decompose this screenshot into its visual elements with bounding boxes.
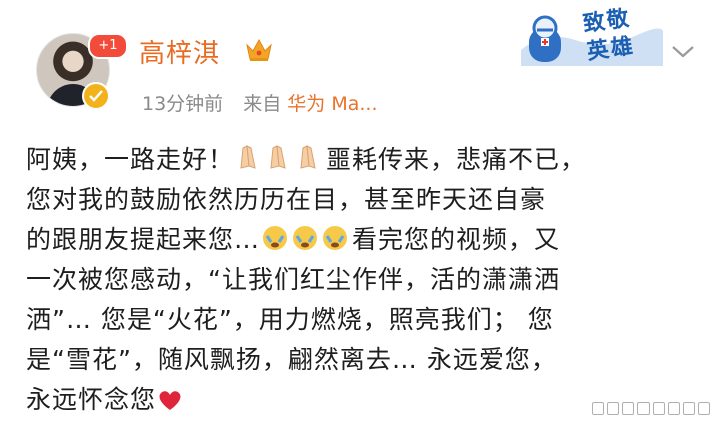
post-line: 洒”… 您是“火花”，用力燃烧，照亮我们； 您 [26,305,554,334]
folded-hands-icon [235,144,325,184]
post-meta: 13分钟前 来自 华为 Ma... [142,89,378,116]
source-prefix: 来自 [243,93,282,115]
source-device[interactable]: 华为 Ma... [287,93,377,115]
post-line: 一次被您感动，“让我们红尘作伴，活的潇潇洒 [26,265,560,294]
unread-badge: +1 [88,33,128,59]
post-line: 的跟朋友提起来您… 看完您的视频，又 [26,220,706,260]
crying-face-icon [261,224,351,264]
crown-icon [246,38,272,61]
post-line: 阿姨，一路走好！ 噩耗传来，悲痛不已， [26,140,706,180]
post-text: 阿姨，一路走好！ 噩耗传来，悲痛不已， 您对我的鼓励依然历历在目，甚至昨天还自豪… [26,140,706,420]
red-heart-icon [157,384,183,424]
weibo-post: +1 高梓淇 13分钟前 来自 华为 Ma... 致敬 英雄 阿姨，一路走好！ [0,0,720,424]
chevron-down-icon [672,46,694,58]
post-menu-button[interactable] [668,40,698,64]
verified-icon [82,82,110,110]
post-line: 是“雪花”，随风飘扬，翩然离去… 永远爱您， [26,345,557,374]
username[interactable]: 高梓淇 [139,33,220,70]
post-time[interactable]: 13分钟前 [142,93,223,115]
watermark [592,398,710,418]
post-line: 您对我的鼓励依然历历在目，甚至昨天还自豪 [26,185,547,214]
